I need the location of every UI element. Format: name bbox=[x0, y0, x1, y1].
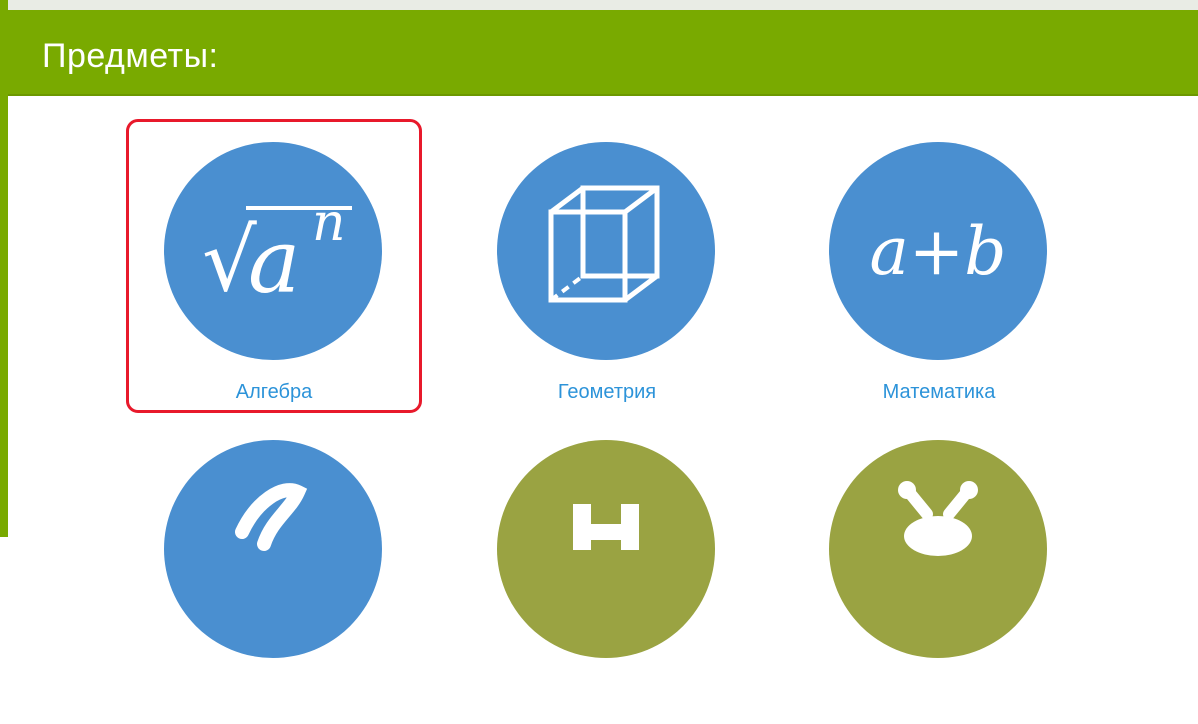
subjects-header: Предметы: bbox=[8, 10, 1198, 96]
panel-left-border bbox=[0, 0, 8, 537]
subject-card-row2-2[interactable] bbox=[457, 424, 757, 724]
subjects-panel: Предметы: √ a n Алгебра Геометрия a+b Ма… bbox=[0, 0, 1198, 658]
panel-top-strip bbox=[0, 0, 1198, 10]
subject-label-mathematics: Математика bbox=[882, 381, 996, 403]
grid-icon bbox=[497, 440, 715, 658]
a-plus-b-icon: a+b bbox=[829, 142, 1047, 360]
subject-label-geometry: Геометрия bbox=[557, 381, 657, 403]
subject-card-geometry[interactable]: Геометрия bbox=[457, 126, 757, 426]
subject-card-mathematics[interactable]: a+b Математика bbox=[789, 126, 1089, 426]
cube-icon bbox=[497, 142, 715, 360]
subject-card-row2-1[interactable] bbox=[124, 424, 424, 724]
subject-card-row2-3[interactable] bbox=[789, 424, 1089, 724]
selected-subject-outline bbox=[126, 119, 422, 413]
page-title: Предметы: bbox=[42, 37, 219, 75]
a-plus-b-glyph: a+b bbox=[870, 213, 1007, 290]
bug-icon bbox=[829, 440, 1047, 658]
curve-icon bbox=[164, 440, 382, 658]
